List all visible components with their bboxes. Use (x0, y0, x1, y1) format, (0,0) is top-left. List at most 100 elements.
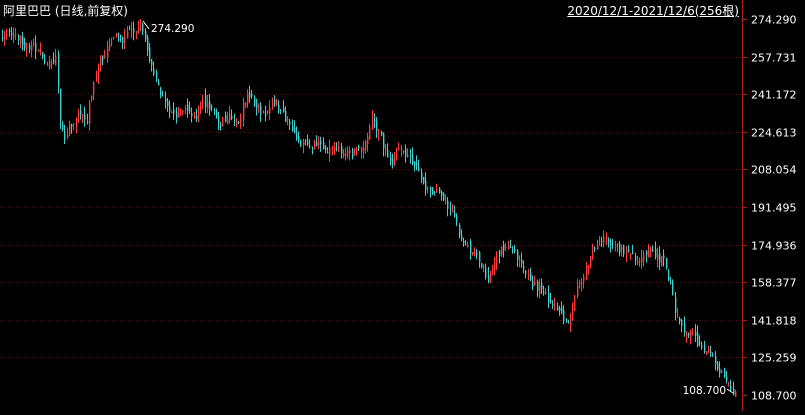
candle-body (234, 120, 236, 122)
candle-body (165, 99, 167, 102)
candle-body (202, 97, 204, 103)
candle-body (211, 107, 213, 109)
candle-body (416, 163, 418, 165)
candle-body (534, 282, 536, 286)
candle-body (216, 110, 218, 118)
candle-body (410, 155, 412, 157)
candle-body (182, 110, 184, 113)
candle-body (650, 248, 652, 251)
candle-body (710, 351, 712, 353)
candle-body (641, 257, 643, 264)
candle-body (323, 142, 325, 149)
candle-body (490, 273, 492, 282)
candle-body (107, 46, 109, 58)
candle-body (594, 248, 596, 250)
candle-body (60, 88, 62, 122)
candle-body (367, 136, 369, 144)
candle-body (467, 244, 469, 247)
candle-body (398, 148, 400, 150)
candle-body (38, 49, 40, 51)
candle-body (225, 115, 227, 122)
candle-body (568, 322, 570, 324)
candle-body (383, 133, 385, 149)
candle-body (561, 307, 563, 314)
candle-body (178, 108, 180, 117)
candle-body (583, 276, 585, 282)
candle-body (412, 155, 414, 165)
candle-body (450, 209, 452, 211)
candle-body (200, 105, 202, 113)
candle-body (89, 102, 91, 125)
candle-body (318, 141, 320, 146)
candle-body (292, 126, 294, 132)
candle-body (47, 65, 49, 67)
candle-body (708, 349, 710, 351)
candle-body (352, 149, 354, 158)
candle-body (730, 385, 732, 390)
candle-body (160, 88, 162, 95)
candle-body (528, 273, 530, 277)
candle-body (229, 113, 231, 121)
candle-body (552, 304, 554, 306)
candle-body (628, 249, 630, 252)
candle-body (639, 259, 641, 261)
candle-body (96, 73, 98, 80)
candle-body (577, 286, 579, 297)
candle-body (258, 105, 260, 111)
candle-body (18, 35, 20, 40)
candle-body (151, 60, 153, 66)
candle-body (231, 116, 233, 119)
candle-body (309, 145, 311, 147)
candle-body (334, 146, 336, 151)
candle-body (285, 111, 287, 122)
candle-body (73, 123, 75, 126)
candle-body (677, 314, 679, 316)
candle-body (69, 124, 71, 135)
candle-body (430, 187, 432, 191)
date-range-link[interactable]: 2020/12/1-2021/12/6(256根) (567, 2, 739, 19)
candle-body (305, 139, 307, 142)
candle-body (452, 211, 454, 213)
candle-body (100, 56, 102, 64)
candle-body (361, 147, 363, 152)
candle-body (465, 243, 467, 245)
candle-body (372, 117, 374, 129)
candlestick-chart[interactable]: 274.290 257.731 241.172 224.613 208.054 191.4… (0, 0, 805, 411)
candle-body (474, 252, 476, 255)
y-tick-label: 257.731 (751, 52, 797, 65)
candle-body (156, 72, 158, 79)
candle-body (240, 117, 242, 125)
candle-body (394, 159, 396, 167)
candle-body (439, 188, 441, 193)
y-tick-label: 158.377 (751, 277, 797, 290)
candle-body (363, 147, 365, 151)
candle-body (332, 147, 334, 151)
candle-body (626, 251, 628, 256)
candle-body (566, 319, 568, 322)
candle-body (122, 37, 124, 44)
candle-body (191, 113, 193, 117)
candle-body (423, 176, 425, 184)
candle-body (222, 117, 224, 127)
candle-body (597, 244, 599, 250)
candle-body (492, 268, 494, 274)
candle-body (374, 120, 376, 122)
candle-body (403, 150, 405, 152)
candle-body (345, 153, 347, 157)
candle-body (93, 82, 95, 95)
candle-body (113, 37, 115, 39)
candle-body (180, 109, 182, 112)
candle-body (280, 109, 282, 111)
annotation-layer: 274.290 108.700 (142, 20, 734, 397)
candle-body (87, 121, 89, 123)
candle-body (661, 256, 663, 266)
candle-body (706, 352, 708, 354)
candle-body (672, 281, 674, 295)
candle-body (58, 53, 60, 87)
candle-body (278, 104, 280, 111)
candle-body (171, 111, 173, 113)
candle-body (559, 307, 561, 311)
candle-body (472, 252, 474, 255)
candle-body (454, 212, 456, 218)
candle-body (98, 67, 100, 77)
